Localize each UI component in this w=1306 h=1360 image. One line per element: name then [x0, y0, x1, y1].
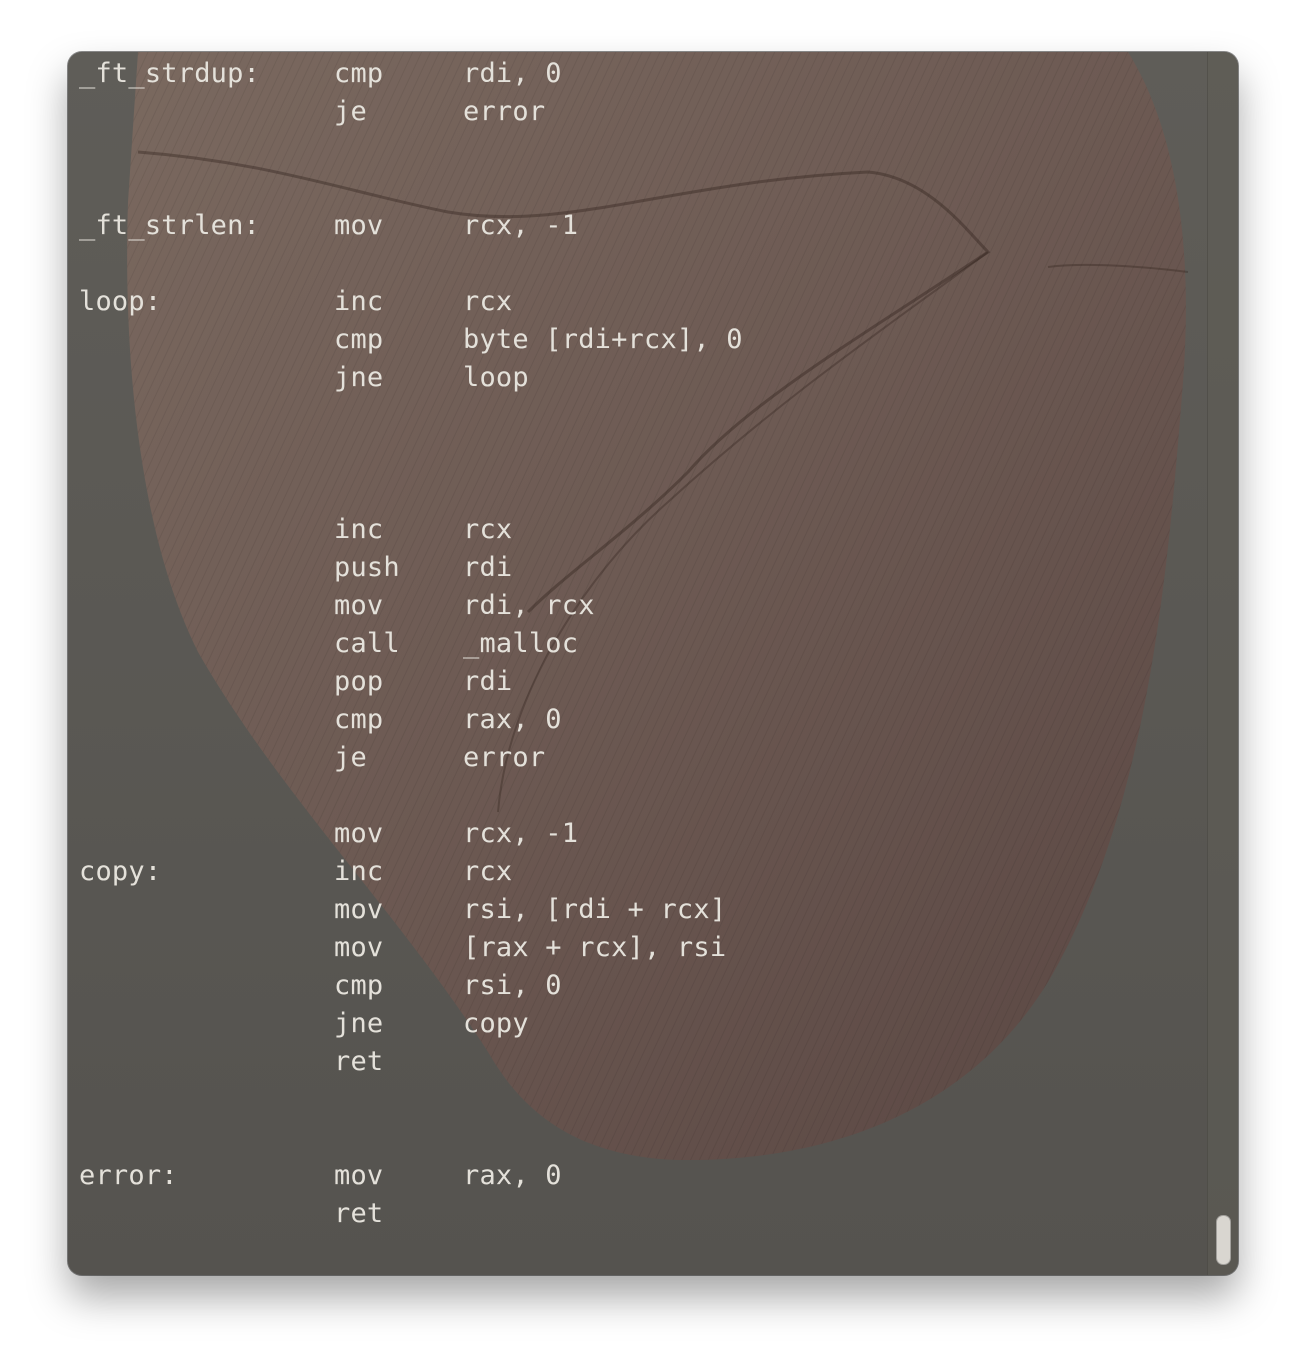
code-line: _ft_strlen: mov rcx, -1	[68, 207, 1208, 245]
code-line: mov rcx, -1	[68, 815, 1208, 853]
code-opcode: cmp	[334, 324, 384, 355]
code-line: loop: inc rcx	[68, 283, 1208, 321]
code-operand: _malloc	[463, 628, 579, 659]
code-operand: rdi	[463, 552, 513, 583]
code-operand: rsi, [rdi + rcx]	[463, 894, 727, 925]
code-opcode: jne	[334, 362, 384, 393]
code-opcode: push	[334, 552, 400, 583]
code-label: _ft_strdup:	[79, 58, 261, 89]
code-operand: rsi, 0	[463, 970, 562, 1001]
code-view[interactable]: _ft_strdup: cmp rdi, 0 je error _ft_strlen: mo…	[68, 52, 1208, 1275]
code-line: ret	[68, 1043, 1208, 1081]
code-operand: rcx, -1	[463, 818, 579, 849]
code-opcode: mov	[334, 818, 384, 849]
code-operand: copy	[463, 1008, 529, 1039]
code-operand: rcx	[463, 856, 513, 887]
code-line: pop rdi	[68, 663, 1208, 701]
code-line: je error	[68, 739, 1208, 777]
code-opcode: ret	[334, 1046, 384, 1077]
code-opcode: call	[334, 628, 400, 659]
code-operand: byte [rdi+rcx], 0	[463, 324, 743, 355]
code-opcode: ret	[334, 1198, 384, 1229]
code-line: jne loop	[68, 359, 1208, 397]
code-line: mov rdi, rcx	[68, 587, 1208, 625]
code-line: je error	[68, 93, 1208, 131]
code-operand: rcx	[463, 514, 513, 545]
code-line: ret	[68, 1195, 1208, 1233]
code-operand: rdi, rcx	[463, 590, 595, 621]
code-opcode: mov	[334, 590, 384, 621]
code-operand: rax, 0	[463, 704, 562, 735]
code-line: call _malloc	[68, 625, 1208, 663]
code-opcode: jne	[334, 1008, 384, 1039]
code-opcode: je	[334, 96, 367, 127]
code-opcode: cmp	[334, 704, 384, 735]
scrollbar-thumb[interactable]	[1216, 1215, 1231, 1265]
code-line: cmp rsi, 0	[68, 967, 1208, 1005]
code-opcode: mov	[334, 210, 384, 241]
code-label: copy:	[79, 856, 162, 887]
code-line: mov [rax + rcx], rsi	[68, 929, 1208, 967]
code-line: cmp rax, 0	[68, 701, 1208, 739]
code-opcode: mov	[334, 1160, 384, 1191]
terminal-window[interactable]: _ft_strdup: cmp rdi, 0 je error _ft_strlen: mo…	[68, 52, 1238, 1275]
code-opcode: mov	[334, 932, 384, 963]
code-operand: error	[463, 96, 546, 127]
code-label: error:	[79, 1160, 178, 1191]
code-opcode: cmp	[334, 970, 384, 1001]
code-operand: rcx, -1	[463, 210, 579, 241]
code-operand: rdi	[463, 666, 513, 697]
code-operand: error	[463, 742, 546, 773]
code-operand: loop	[463, 362, 529, 393]
code-line: copy: inc rcx	[68, 853, 1208, 891]
code-operand: [rax + rcx], rsi	[463, 932, 727, 963]
code-operand: rcx	[463, 286, 513, 317]
code-opcode: pop	[334, 666, 384, 697]
code-line: inc rcx	[68, 511, 1208, 549]
code-opcode: inc	[334, 286, 384, 317]
code-opcode: inc	[334, 514, 384, 545]
scrollbar-track[interactable]	[1207, 52, 1238, 1275]
code-line: mov rsi, [rdi + rcx]	[68, 891, 1208, 929]
code-operand: rdi, 0	[463, 58, 562, 89]
code-opcode: inc	[334, 856, 384, 887]
code-line: _ft_strdup: cmp rdi, 0	[68, 55, 1208, 93]
code-label: loop:	[79, 286, 162, 317]
code-line: error: mov rax, 0	[68, 1157, 1208, 1195]
code-operand: rax, 0	[463, 1160, 562, 1191]
code-opcode: je	[334, 742, 367, 773]
code-opcode: mov	[334, 894, 384, 925]
code-line: push rdi	[68, 549, 1208, 587]
code-line: cmp byte [rdi+rcx], 0	[68, 321, 1208, 359]
code-opcode: cmp	[334, 58, 384, 89]
code-line: jne copy	[68, 1005, 1208, 1043]
code-label: _ft_strlen:	[79, 210, 261, 241]
